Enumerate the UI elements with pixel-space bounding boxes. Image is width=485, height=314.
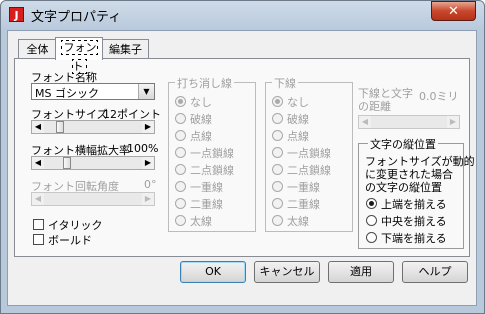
ok-button[interactable]: OK [180, 261, 246, 283]
chevron-down-icon[interactable]: ▼ [138, 84, 154, 99]
bold-checkbox[interactable] [33, 234, 44, 245]
italic-checkbox[interactable] [33, 219, 44, 230]
font-size-slider[interactable]: ◀ ▶ [31, 120, 155, 134]
slider-right-arrow-icon: ▶ [447, 116, 459, 128]
vertical-position-title: 文字の縦位置 [368, 136, 438, 152]
vertical-radio[interactable] [366, 198, 377, 209]
underline-option-label: 二重線 [287, 198, 320, 211]
strike-option-label: なし [190, 96, 212, 109]
vertical-option-label: 中央を揃える [381, 215, 447, 228]
underline-option-label: 一点鎖線 [287, 147, 331, 160]
slider-right-arrow-icon[interactable]: ▶ [142, 121, 154, 133]
underline-radio [272, 164, 283, 175]
font-rotation-value: 0° [144, 178, 157, 191]
slider-right-arrow-icon: ▶ [142, 193, 154, 205]
underline-option-label: 太線 [287, 215, 309, 228]
strike-radio [175, 198, 186, 209]
strike-radio [175, 215, 186, 226]
window-title: 文字プロパティ [31, 10, 122, 25]
strike-option-label: 二重線 [190, 198, 223, 211]
tab-general[interactable]: 全体 [18, 39, 57, 58]
underline-option-label: 一重線 [287, 181, 320, 194]
font-name-select[interactable]: MS ゴシック ▼ [31, 83, 155, 100]
strike-radio [175, 113, 186, 124]
vertical-option-label: 下端を揃える [381, 232, 447, 245]
strike-option-label: 一点鎖線 [190, 147, 234, 160]
slider-left-arrow-icon: ◀ [32, 193, 44, 205]
underline-radio [272, 147, 283, 158]
app-icon: J [9, 7, 24, 22]
font-scale-slider[interactable]: ◀ ▶ [31, 156, 155, 170]
help-button[interactable]: ヘルプ [402, 261, 468, 283]
underline-radio [272, 113, 283, 124]
slider-thumb[interactable] [56, 121, 64, 133]
underline-option-label: なし [287, 96, 309, 109]
underline-distance-label-2: の距離 [358, 100, 391, 113]
cancel-button[interactable]: キャンセル [254, 261, 320, 283]
tab-editor[interactable]: 編集子 [102, 39, 149, 58]
strike-option-label: 破線 [190, 113, 212, 126]
strike-group-title: 打ち消し線 [175, 75, 234, 91]
underline-radio [272, 130, 283, 141]
underline-radio [272, 198, 283, 209]
underline-radio [272, 181, 283, 192]
strike-radio [175, 130, 186, 141]
vertical-radio[interactable] [366, 232, 377, 243]
underline-radio [272, 96, 283, 107]
strike-option-label: 点線 [190, 130, 212, 143]
strike-option-label: 一重線 [190, 181, 223, 194]
italic-label: イタリック [48, 219, 103, 232]
font-rotation-slider: ◀ ▶ [31, 192, 155, 206]
strike-option-label: 太線 [190, 215, 212, 228]
underline-radio [272, 215, 283, 226]
close-button[interactable]: ✕ [431, 1, 476, 21]
vertical-radio[interactable] [366, 215, 377, 226]
apply-button[interactable]: 適用 [328, 261, 394, 283]
slider-thumb[interactable] [63, 157, 71, 169]
underline-group-title: 下線 [272, 75, 298, 91]
strike-radio [175, 181, 186, 192]
slider-left-arrow-icon: ◀ [359, 116, 371, 128]
vertical-option-label: 上端を揃える [381, 198, 447, 211]
strike-radio [175, 147, 186, 158]
bold-label: ボールド [48, 234, 92, 247]
underline-option-label: 二点鎖線 [287, 164, 331, 177]
tab-font[interactable]: フォント [55, 37, 103, 74]
strike-option-label: 二点鎖線 [190, 164, 234, 177]
underline-distance-value: 0.0ミリ [419, 90, 459, 103]
font-name-value: MS ゴシック [35, 87, 99, 100]
slider-right-arrow-icon[interactable]: ▶ [142, 157, 154, 169]
underline-option-label: 点線 [287, 130, 309, 143]
strike-radio [175, 96, 186, 107]
slider-left-arrow-icon[interactable]: ◀ [32, 121, 44, 133]
underline-option-label: 破線 [287, 113, 309, 126]
slider-left-arrow-icon[interactable]: ◀ [32, 157, 44, 169]
strike-radio [175, 164, 186, 175]
underline-distance-slider: ◀ ▶ [358, 115, 460, 129]
vertical-desc-line3: の文字の縦位置 [365, 181, 442, 194]
font-scale-value: 100% [127, 142, 159, 155]
